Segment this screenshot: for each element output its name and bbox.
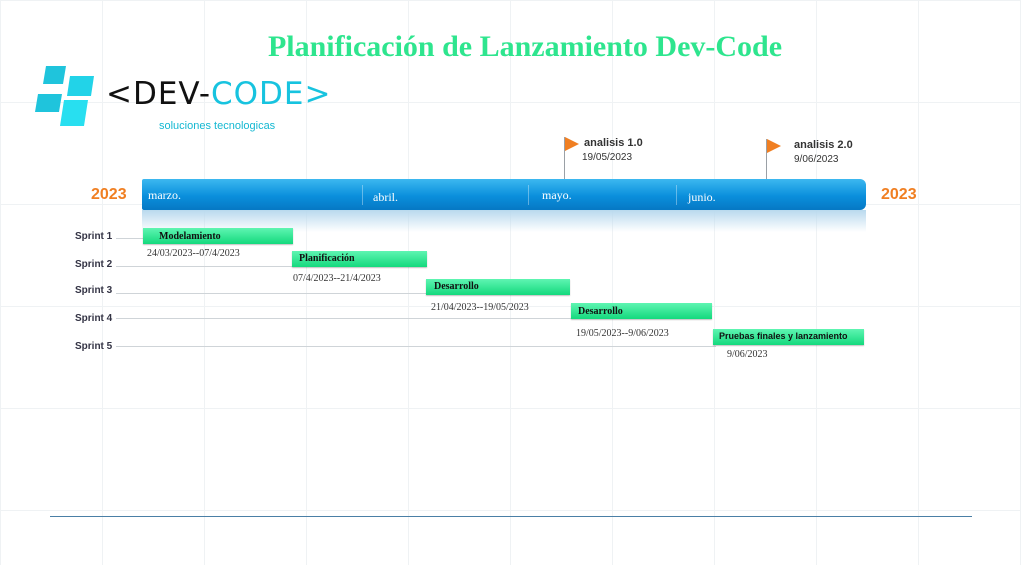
year-label-right: 2023 [881,186,917,203]
sprint-line [116,318,573,319]
sprint-line [116,293,428,294]
task-dates: 07/4/2023--21/4/2023 [293,273,381,284]
sprint-label-4: Sprint 4 [75,313,113,324]
task-label: Desarrollo [578,306,623,317]
task-label: Modelamiento [159,231,221,242]
month-tick [528,185,529,205]
sprint-line [116,346,716,347]
milestone-name: analisis 1.0 [584,137,643,149]
sprint-line [116,238,146,239]
month-label-junio: junio. [688,190,716,204]
task-label: Desarrollo [434,281,479,292]
timeline-bar [142,179,866,210]
logo-subtitle: soluciones tecnologicas [159,120,276,132]
month-label-abril: abril. [373,190,398,204]
milestone-date: 19/05/2023 [582,152,633,163]
month-tick [676,185,677,205]
milestone-date: 9/06/2023 [794,154,839,165]
dev-code-logo-icon [35,66,94,126]
month-tick [362,185,363,205]
task-dates: 9/06/2023 [727,349,768,360]
page-title: Planificación de Lanzamiento Dev-Code [267,30,783,63]
task-dates: 24/03/2023--07/4/2023 [147,248,240,259]
task-label: Pruebas finales y lanzamiento [719,331,848,341]
sprint-label-3: Sprint 3 [75,285,113,296]
logo-text-left: <DEV- [106,76,212,112]
flag-icon [565,137,579,151]
year-label-left: 2023 [91,186,127,203]
bottom-rule [50,516,972,517]
logo-text-right: CODE> [211,76,332,112]
sprint-line [116,266,294,267]
month-label-marzo: marzo. [148,188,181,202]
flag-icon [767,139,781,153]
logo-wordmark: <DEV-CODE> [106,76,332,112]
sprint-label-5: Sprint 5 [75,341,113,352]
task-label: Planificación [299,253,355,264]
task-dates: 19/05/2023--9/06/2023 [576,328,669,339]
month-label-mayo: mayo. [542,188,572,202]
sprint-label-1: Sprint 1 [75,231,113,242]
milestone-name: analisis 2.0 [794,139,853,151]
task-dates: 21/04/2023--19/05/2023 [431,302,529,313]
sprint-label-2: Sprint 2 [75,259,113,270]
